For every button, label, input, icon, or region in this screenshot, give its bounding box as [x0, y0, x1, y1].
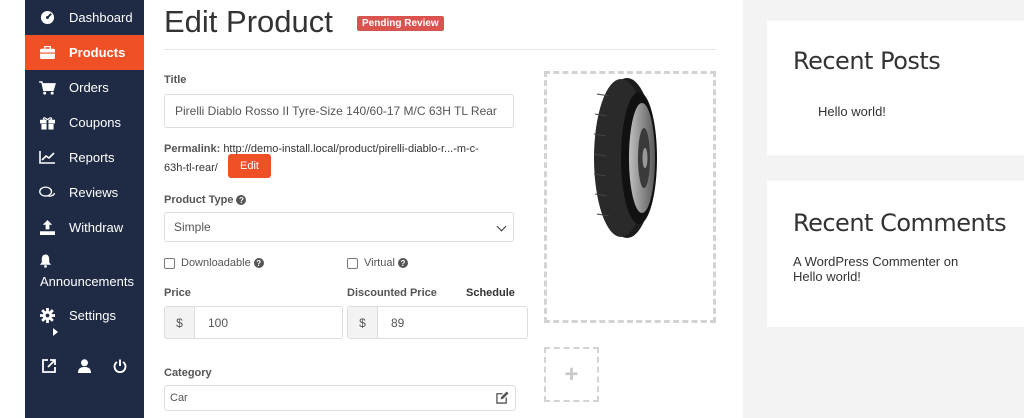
downloadable-checkbox[interactable]: [164, 257, 175, 269]
status-badge: Pending Review: [357, 16, 444, 31]
product-type-value: Simple: [174, 220, 211, 234]
category-input[interactable]: Car: [164, 385, 516, 411]
sidebar-item-label: Dashboard: [69, 10, 133, 25]
virtual-option[interactable]: Virtual?: [347, 257, 408, 269]
sidebar-item-withdraw[interactable]: Withdraw: [25, 210, 144, 245]
caret-right-icon[interactable]: [53, 328, 58, 336]
chevron-down-icon: [496, 221, 507, 232]
sidebar-item-reports[interactable]: Reports: [25, 140, 144, 175]
user-icon[interactable]: [78, 358, 91, 378]
price-value[interactable]: 100: [195, 307, 342, 338]
discounted-price-label: Discounted Price: [347, 287, 437, 299]
discounted-price-input[interactable]: $ 89: [347, 306, 528, 339]
chart-icon: [25, 151, 69, 164]
currency-symbol: $: [348, 307, 378, 338]
comment-on-text: on: [943, 254, 959, 269]
sidebar-item-reviews[interactable]: Reviews: [25, 175, 144, 210]
recent-comment: A WordPress Commenter on Hello world!: [793, 254, 1013, 284]
help-icon[interactable]: ?: [397, 258, 408, 268]
page-left-margin: [0, 0, 25, 418]
permalink-url-end: 63h-tl-rear/: [164, 162, 218, 174]
sidebar-item-products[interactable]: Products: [25, 35, 152, 70]
sidebar-item-settings[interactable]: Settings: [25, 298, 144, 333]
page-title: Edit Product: [164, 4, 333, 39]
recent-posts-widget: Recent Posts Hello world!: [767, 21, 1024, 155]
discounted-price-value[interactable]: 89: [378, 307, 527, 338]
virtual-label: Virtual: [364, 257, 395, 269]
recent-posts-title: Recent Posts: [793, 47, 941, 75]
comment-author-link[interactable]: A WordPress Commenter: [793, 254, 940, 269]
help-icon[interactable]: ?: [236, 195, 247, 206]
sidebar-item-label: Withdraw: [69, 220, 124, 235]
sidebar-item-label: Products: [69, 45, 126, 60]
category-value: Car: [170, 392, 188, 404]
product-title-input[interactable]: Pirelli Diablo Rosso II Tyre-Size 140/60…: [164, 94, 514, 128]
virtual-checkbox[interactable]: [347, 257, 358, 269]
product-image-dropzone[interactable]: [544, 71, 716, 323]
price-input[interactable]: $ 100: [164, 306, 343, 339]
add-gallery-image-button[interactable]: +: [544, 347, 599, 402]
sidebar-item-announcements[interactable]: Announcements: [25, 252, 144, 296]
sidebar-item-label: Settings: [69, 308, 116, 323]
gear-icon: [25, 308, 69, 323]
briefcase-icon: [25, 46, 69, 59]
edit-product-panel: Edit Product Pending Review Title Pirell…: [144, 0, 743, 418]
dashboard-icon: [25, 10, 69, 25]
gift-icon: [25, 116, 69, 130]
comment-post-link[interactable]: Hello world!: [793, 269, 861, 284]
edit-permalink-button[interactable]: Edit: [228, 154, 271, 178]
help-icon[interactable]: ?: [253, 258, 264, 268]
sidebar-item-label: Coupons: [69, 115, 122, 130]
product-type-select[interactable]: Simple: [164, 212, 514, 242]
sidebar-item-label: Orders: [69, 80, 109, 95]
permalink: Permalink: http://demo-install.local/pro…: [164, 140, 524, 178]
cart-icon: [25, 80, 69, 95]
sidebar-item-orders[interactable]: Orders: [25, 70, 144, 105]
bell-icon: [39, 254, 52, 271]
power-icon[interactable]: [113, 359, 127, 378]
category-label: Category: [164, 367, 212, 379]
price-label: Price: [164, 287, 191, 299]
edit-icon[interactable]: [496, 391, 509, 407]
comments-icon: [25, 185, 69, 200]
downloadable-label: Downloadable: [181, 257, 251, 269]
vendor-dashboard-sidebar: Dashboard Products Orders Coupons Report…: [25, 0, 152, 418]
sidebar-footer-icons: [25, 356, 144, 380]
sidebar-item-coupons[interactable]: Coupons: [25, 105, 144, 140]
divider: [164, 49, 716, 50]
currency-symbol: $: [165, 307, 195, 338]
sidebar-item-label: Reports: [69, 150, 115, 165]
recent-post-link[interactable]: Hello world!: [818, 104, 886, 119]
upload-icon: [25, 220, 69, 235]
title-label: Title: [164, 74, 187, 86]
schedule-link[interactable]: Schedule: [466, 287, 515, 299]
external-link-icon[interactable]: [42, 358, 56, 378]
sidebar-item-label: Announcements: [40, 274, 134, 289]
product-type-label-text: Product Type: [164, 194, 234, 206]
downloadable-option[interactable]: Downloadable?: [164, 257, 264, 269]
sidebar-item-dashboard[interactable]: Dashboard: [25, 0, 144, 35]
permalink-label: Permalink:: [164, 143, 221, 155]
sidebar-item-label: Reviews: [69, 185, 119, 200]
recent-comments-widget: Recent Comments A WordPress Commenter on…: [767, 181, 1024, 327]
product-type-label: Product Type?: [164, 194, 247, 206]
recent-comments-title: Recent Comments: [793, 209, 1007, 237]
product-tyre-image: [593, 78, 657, 238]
